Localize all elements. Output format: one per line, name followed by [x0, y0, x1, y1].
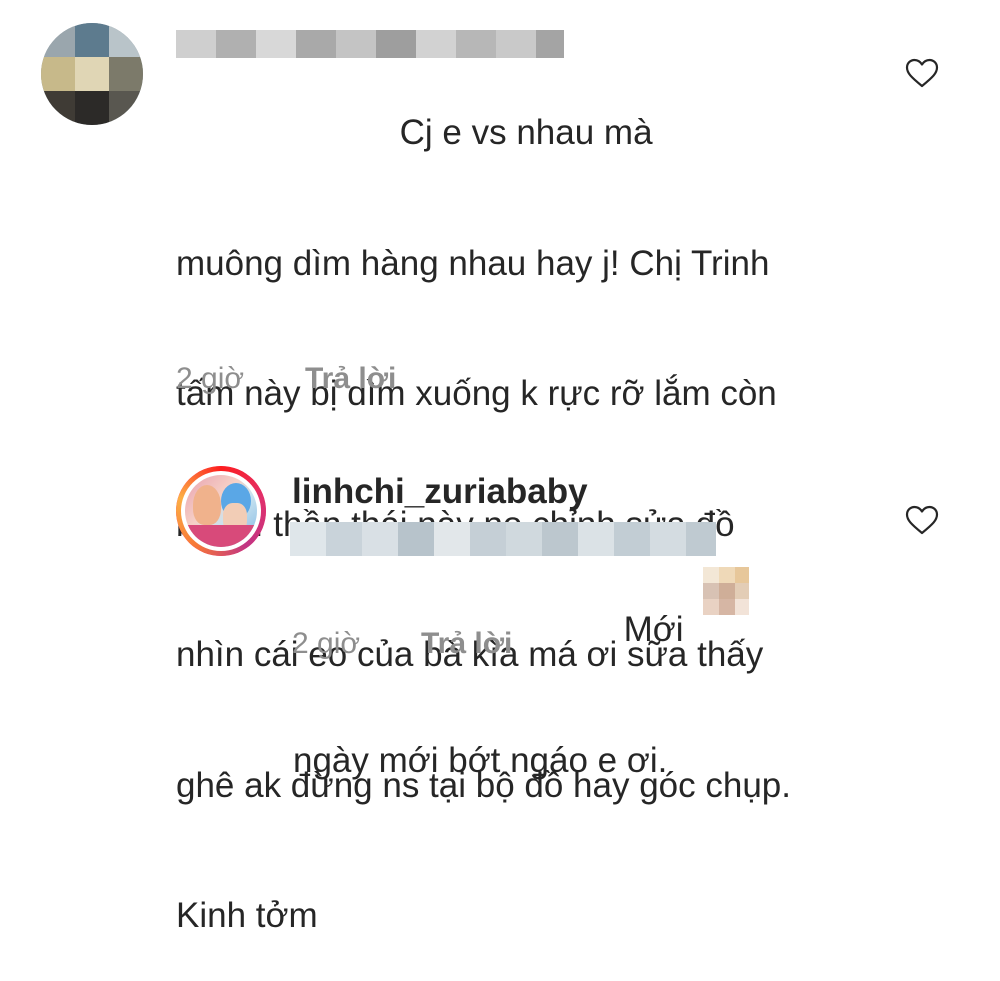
avatar[interactable] — [176, 466, 266, 556]
comment-text-line: ngày mới bớt ngáo e ơi. — [293, 740, 668, 780]
avatar[interactable] — [41, 23, 143, 125]
emoji-redacted — [703, 567, 749, 615]
comment-text-line: Cj e vs nhau mà — [176, 113, 653, 152]
comment-timestamp: 2 giờ — [176, 362, 245, 395]
comment-text-line: tấm này bị dìm xuống k rực rỡ lắm còn — [176, 374, 777, 413]
comment-text-line: Kinh tởm — [176, 896, 318, 935]
comment-timestamp: 2 giờ — [292, 627, 361, 660]
username[interactable]: linhchi_zuriababy — [292, 472, 588, 512]
avatar-photo — [185, 475, 257, 547]
comment-text: Mới ngày mới bớt ngáo e ơi. — [293, 521, 684, 826]
heart-outline-icon[interactable] — [905, 505, 939, 535]
heart-outline-icon[interactable] — [905, 58, 939, 88]
reply-button[interactable]: Trả lời — [421, 627, 512, 661]
reply-button[interactable]: Trả lời — [305, 362, 396, 396]
comment-text-line: muông dìm hàng nhau hay j! Chị Trinh — [176, 243, 770, 283]
